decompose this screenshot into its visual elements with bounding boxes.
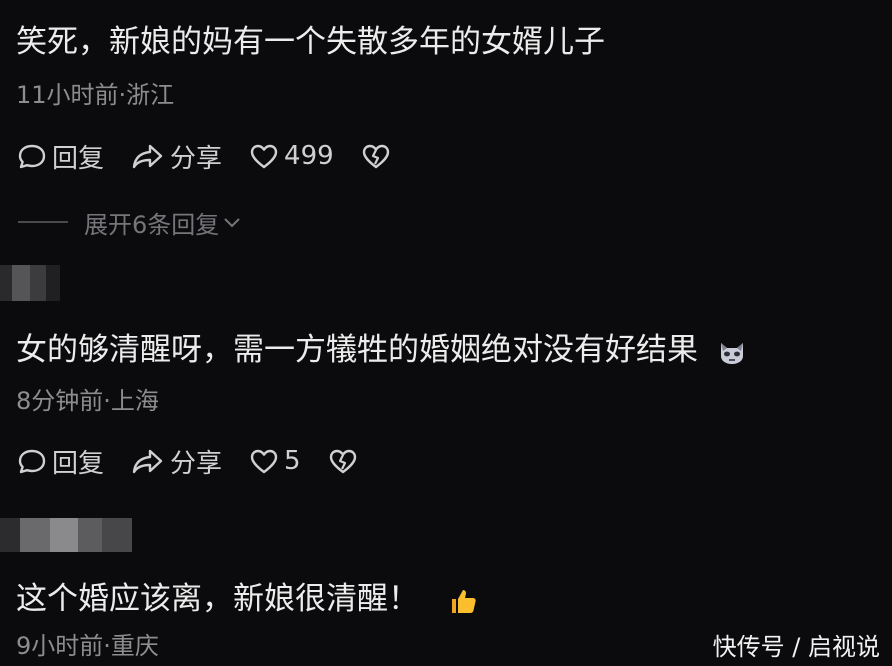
expand-divider xyxy=(18,221,68,223)
share-arrow-icon xyxy=(132,449,163,474)
dislike-button[interactable] xyxy=(360,141,396,171)
share-arrow-icon xyxy=(132,144,163,169)
broken-heart-icon xyxy=(329,449,356,474)
thumbs-up-emoji-icon xyxy=(451,589,476,613)
share-button[interactable]: 分享 xyxy=(130,443,222,480)
blurred-username xyxy=(0,518,132,552)
comment-text: 笑死，新娘的妈有一个失散多年的女婿儿子 xyxy=(16,24,605,60)
reply-label: 回复 xyxy=(52,448,105,479)
comment-text-content: 这个婚应该离，新娘很清醒！ xyxy=(16,581,419,617)
watermark: 快传号 / 启视说 xyxy=(712,633,880,661)
comment-text: 这个婚应该离，新娘很清醒！ xyxy=(16,579,479,619)
chevron-down-icon xyxy=(224,218,240,228)
like-button[interactable]: 499 xyxy=(248,141,334,171)
heart-icon xyxy=(250,144,278,169)
like-count: 5 xyxy=(284,446,301,476)
reply-button[interactable]: 回复 xyxy=(16,138,104,175)
heart-icon xyxy=(250,449,278,474)
blurred-username xyxy=(0,265,60,301)
cat-face-emoji-icon xyxy=(720,342,743,364)
like-count: 499 xyxy=(284,141,334,171)
expand-replies-button[interactable]: 展开6条回复 xyxy=(18,207,243,239)
comment-actions: 回复 分享 5 xyxy=(16,443,389,479)
reply-bubble-icon xyxy=(18,449,46,474)
broken-heart-icon xyxy=(362,144,389,169)
expand-label: 展开6条回复 xyxy=(84,210,220,239)
comment-text: 女的够清醒呀，需一方犠牲的婚姻绝对没有好结果 xyxy=(16,330,748,370)
share-label: 分享 xyxy=(170,143,223,174)
reply-button[interactable]: 回复 xyxy=(16,443,104,480)
comment-meta: 9小时前·重庆 xyxy=(16,632,159,660)
share-button[interactable]: 分享 xyxy=(130,138,222,175)
reply-bubble-icon xyxy=(18,144,46,169)
dislike-button[interactable] xyxy=(327,446,363,476)
comment-meta: 8分钟前·上海 xyxy=(16,387,159,415)
like-button[interactable]: 5 xyxy=(248,446,301,476)
comment-text-content: 女的够清醒呀，需一方犠牲的婚姻绝对没有好结果 xyxy=(16,332,698,368)
reply-label: 回复 xyxy=(52,143,105,174)
comment-actions: 回复 分享 499 xyxy=(16,138,422,174)
comment-meta: 11小时前·浙江 xyxy=(16,81,175,109)
share-label: 分享 xyxy=(170,448,223,479)
